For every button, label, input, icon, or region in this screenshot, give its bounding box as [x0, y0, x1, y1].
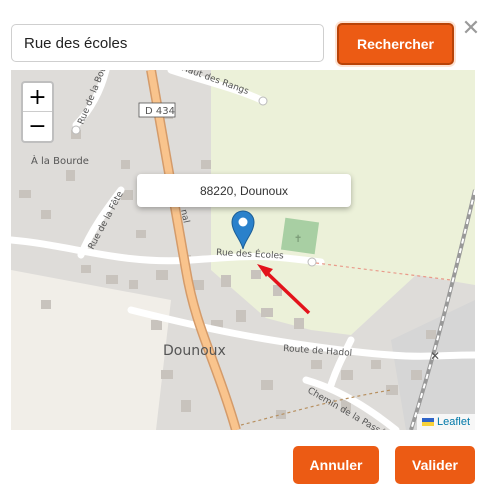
zoom-out-button[interactable]: − [23, 112, 52, 141]
place-label-a-la-bourde: À la Bourde [31, 154, 89, 167]
svg-text:✝: ✝ [294, 234, 302, 245]
location-popup: 88220, Dounoux [137, 174, 351, 207]
ukraine-flag-icon [421, 418, 434, 426]
map-attribution: Leaflet [416, 414, 475, 430]
close-icon[interactable]: ✕ [460, 17, 482, 39]
search-button[interactable]: Rechercher [337, 23, 454, 65]
place-label-dounoux: Dounoux [163, 343, 226, 359]
location-dialog: Rechercher ✕ ✝ [0, 0, 493, 492]
leaflet-link[interactable]: Leaflet [437, 416, 470, 428]
map-tiles[interactable]: ✝ ✕ D 434 À la Bourde Rue de la Bourde R… [11, 70, 475, 430]
validate-button[interactable]: Valider [395, 446, 475, 484]
cancel-button[interactable]: Annuler [293, 446, 379, 484]
svg-text:✕: ✕ [430, 349, 440, 363]
road-label-d434: D 434 [145, 106, 175, 117]
address-search-input[interactable] [11, 24, 324, 62]
search-row: Rechercher [11, 23, 493, 65]
map-view[interactable]: ✝ ✕ D 434 À la Bourde Rue de la Bourde R… [11, 70, 475, 430]
zoom-in-button[interactable]: + [23, 83, 52, 112]
zoom-control: + − [21, 81, 54, 143]
map-pin-icon[interactable] [231, 210, 255, 250]
